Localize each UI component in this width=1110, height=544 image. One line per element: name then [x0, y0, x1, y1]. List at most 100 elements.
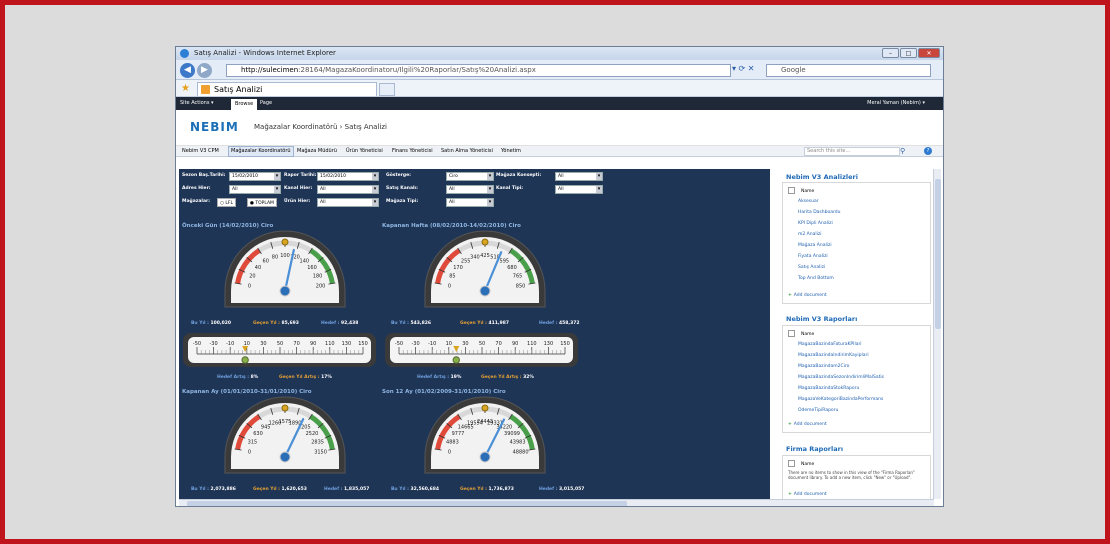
linear-tick-label: 110	[527, 341, 537, 347]
raporlar-panel: Name MagazaBazindaFaturaKPIlari MagazaBaz…	[782, 325, 931, 433]
close-button[interactable]: ✕	[918, 48, 940, 58]
horizontal-scrollbar[interactable]	[179, 499, 934, 506]
linear-tick-label: 130	[544, 341, 554, 347]
document-link[interactable]: KPI Dipli Analizi	[798, 221, 833, 226]
search-icon[interactable]: ⚲	[900, 146, 905, 157]
linear-tick-label: 70	[495, 341, 501, 347]
site-header: NEBIM Mağazalar Koordinatörü › Satış Ana…	[176, 110, 943, 146]
tab-browse[interactable]: Browse	[231, 99, 258, 110]
gecen-yil-value: 85,693	[281, 321, 299, 326]
ie-icon	[180, 49, 189, 58]
gosterge-select[interactable]: Ciro	[446, 172, 494, 181]
gecen-yil-value: 1,620,653	[281, 487, 307, 492]
rapor-date-field[interactable]: 15/02/2010	[317, 172, 379, 181]
hedef-stat: Hedef : 458,372	[539, 321, 580, 326]
gauge-hub	[279, 285, 291, 297]
bu-yil-stat: Bu Yıl : 100,020	[191, 321, 231, 326]
minimize-button[interactable]: –	[882, 48, 899, 58]
gauge-tick-label: 3150	[314, 449, 327, 455]
site-actions-menu[interactable]: Site Actions ▾	[180, 97, 214, 110]
lfl-label: LFL	[225, 201, 233, 206]
scroll-thumb[interactable]	[187, 501, 627, 506]
document-link[interactable]: Mağaza Analizi	[798, 243, 832, 248]
adres-select[interactable]: All	[229, 185, 281, 194]
user-menu[interactable]: Meral Yaman (Nebim) ▾	[867, 97, 925, 110]
sezon-date-field[interactable]: 15/02/2010	[229, 172, 281, 181]
hedef-artis-stat: Hedef Artış : 8%	[217, 375, 258, 380]
document-link[interactable]: OdemeTipiRaporu	[798, 408, 838, 413]
document-link[interactable]: MagazaBazindaStokRaporu	[798, 386, 859, 391]
document-link[interactable]: Harita Dashboardu	[798, 210, 840, 215]
magaza-tipi-select[interactable]: All	[446, 198, 494, 207]
document-link[interactable]: Fiyata Analizi	[798, 254, 828, 259]
new-tab-button[interactable]	[379, 83, 395, 96]
nav-item[interactable]: Mağaza Müdürü	[297, 146, 337, 157]
gauge-tick-label: 170	[453, 265, 463, 271]
gauge-tick-label: 630	[253, 431, 263, 437]
urun-select[interactable]: All	[317, 198, 379, 207]
toplam-radio[interactable]: ● TOPLAM	[247, 198, 277, 207]
gauge-tick-label: 340	[470, 254, 480, 260]
nav-item[interactable]: Ürün Yöneticisi	[346, 146, 383, 157]
linear-tick-label: 70	[293, 341, 299, 347]
gecen-yil-label: Geçen Yıl :	[253, 321, 280, 326]
hedef-stat: Hedef : 3,015,057	[539, 487, 584, 492]
nav-item[interactable]: Satın Alma Yöneticisi	[441, 146, 493, 157]
refresh-stop-icons[interactable]: ▾ ⟳ ✕	[732, 64, 755, 73]
konsept-select[interactable]: All	[555, 172, 603, 181]
gauge-tick-label: 39099	[504, 431, 520, 437]
linear-tick-label: -50	[395, 341, 403, 347]
name-column-header: Name	[788, 187, 814, 194]
linear-tick-label: 90	[512, 341, 518, 347]
kanal-tipi-select[interactable]: All	[555, 185, 603, 194]
linear-pointer	[241, 356, 249, 364]
tab-page[interactable]: Page	[260, 97, 272, 110]
document-link[interactable]: MagazaBazindaSezonIndirimliMalSatis	[798, 375, 884, 380]
nav-item[interactable]: Finans Yöneticisi	[392, 146, 433, 157]
scroll-thumb[interactable]	[935, 179, 941, 329]
document-link[interactable]: m2 Analizi	[798, 232, 821, 237]
vertical-scrollbar[interactable]	[933, 169, 941, 499]
linear-tick-label: -10	[226, 341, 234, 347]
document-link[interactable]: MagazaBazindaFaturaKPIlari	[798, 342, 862, 347]
kanal-select[interactable]: All	[317, 185, 379, 194]
empty-library-message: There are no items to show in this view …	[788, 470, 916, 480]
filter-label: Mağaza Konsepti:	[496, 173, 542, 178]
add-document-link[interactable]: Add document	[788, 422, 827, 427]
linear-tick-label: -10	[428, 341, 436, 347]
sharepoint-ribbon: Site Actions ▾ Browse Page Meral Yaman (…	[176, 97, 943, 110]
gauge-tick-label: 43983	[510, 440, 526, 446]
linear-tick-label: -30	[412, 341, 420, 347]
toplam-label: TOPLAM	[255, 201, 274, 206]
add-document-link[interactable]: Add document	[788, 293, 827, 298]
help-icon[interactable]: ?	[924, 147, 932, 155]
satis-kanali-select[interactable]: All	[446, 185, 494, 194]
lfl-radio[interactable]: ○ LFL	[217, 198, 236, 207]
favorites-star-icon[interactable]: ★	[181, 80, 190, 97]
url-field[interactable]: http://sulecimen:28164/MagazaKoordinator…	[226, 64, 731, 77]
document-link[interactable]: Top And Bottom	[798, 276, 834, 281]
bu-yil-label: Bu Yıl :	[391, 487, 409, 492]
nav-item-selected[interactable]: Mağazalar Koordinatörü	[228, 146, 294, 157]
gauge-tick-label: 765	[513, 274, 523, 280]
search-field[interactable]: Google	[766, 64, 931, 77]
page-icon	[201, 85, 210, 94]
document-link[interactable]: MagazaBazindam2Ciro	[798, 364, 849, 369]
document-link[interactable]: MagazaVeKategoriBazindaPerformans	[798, 397, 883, 402]
gauge-tick-label: 0	[448, 283, 451, 289]
gauge-hub	[279, 451, 291, 463]
gauge-tick-label: 9777	[452, 431, 465, 437]
back-button[interactable]: ◀	[180, 63, 195, 78]
nav-item[interactable]: Yönetim	[501, 146, 521, 157]
maximize-button[interactable]: □	[900, 48, 917, 58]
linear-tick-label: 130	[342, 341, 352, 347]
add-document-link[interactable]: Add document	[788, 492, 827, 497]
browser-tab-active[interactable]: Satış Analizi	[197, 82, 377, 96]
document-link[interactable]: Aksesuar	[798, 199, 819, 204]
document-link[interactable]: Satış Analizi	[798, 265, 825, 270]
nav-item[interactable]: Nebim V3 CPM	[182, 146, 219, 157]
document-link[interactable]: MagazaBazindaIndirimKayiplari	[798, 353, 869, 358]
site-search-input[interactable]: Search this site...	[804, 147, 900, 156]
forward-button[interactable]: ▶	[197, 63, 212, 78]
gecen-yil-stat: Geçen Yıl : 1,620,653	[253, 487, 307, 492]
